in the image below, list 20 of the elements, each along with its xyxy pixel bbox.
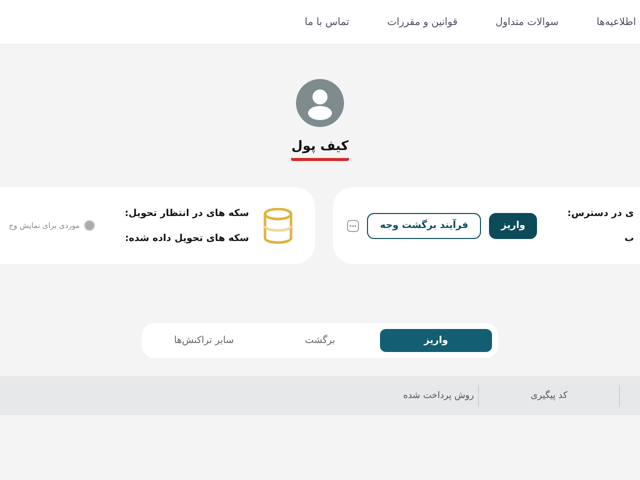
nav-link[interactable]: اطلاعیه‌ها <box>596 16 636 28</box>
refund-process-button[interactable]: فرآیند برگشت وجه <box>367 212 482 238</box>
column-header: کد پیگیری <box>478 384 619 406</box>
coins-label: سکه های در انتظار تحویل: <box>124 208 249 218</box>
database-icon <box>263 208 293 244</box>
page-title: کیف پول <box>291 139 349 161</box>
status-dot-icon <box>84 220 95 231</box>
nav-link[interactable]: قوانین و مقررات <box>387 16 458 28</box>
nav-link[interactable]: سوالات متداول <box>496 16 559 28</box>
balance-value: ب <box>623 232 634 244</box>
column-header: روش پرداخت شده <box>403 390 475 400</box>
tab[interactable]: سایر تراکنش‌ها <box>148 329 260 352</box>
nav-link[interactable]: تماس با ما <box>304 16 350 28</box>
user-avatar-icon <box>296 79 344 127</box>
tab[interactable]: واریز <box>380 329 492 352</box>
coins-label: سکه های تحویل داده شده: <box>124 232 249 244</box>
balance-label: ی در دسترس: <box>567 208 634 218</box>
tab[interactable]: برگشت <box>264 329 376 352</box>
more-icon[interactable] <box>347 220 359 232</box>
deposit-button[interactable]: واریز <box>489 212 538 238</box>
